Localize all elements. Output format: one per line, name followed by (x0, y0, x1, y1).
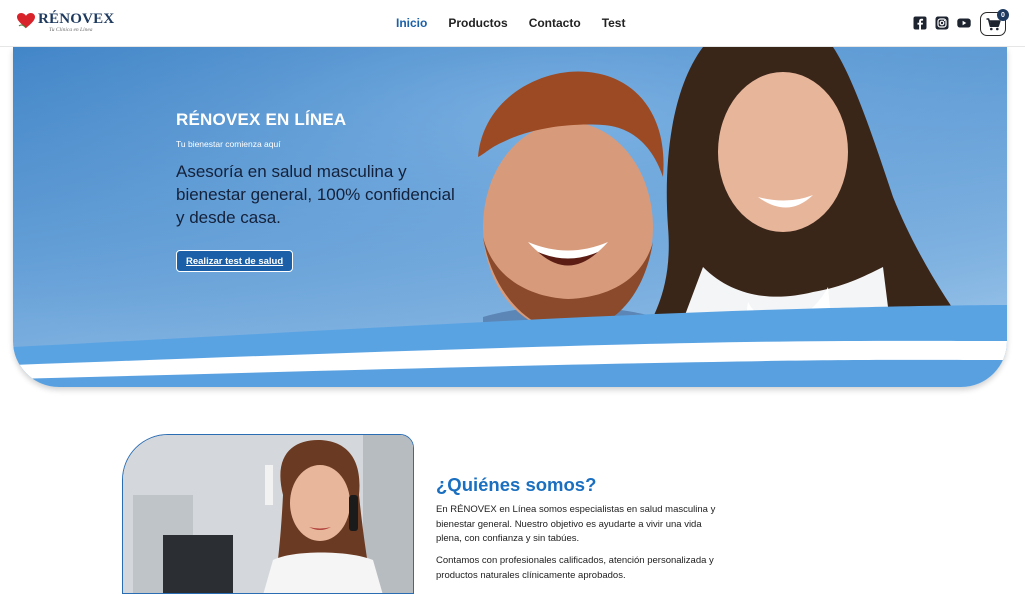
hero-couple-image (13, 47, 1007, 387)
doctor-image (122, 434, 414, 594)
brand-tagline: Tu Clínica en Línea (49, 27, 93, 33)
doctor-photo-illustration (123, 435, 413, 593)
brand-logo[interactable]: RÉNOVEX Tu Clínica en Línea (17, 11, 114, 37)
nav-item-contacto[interactable]: Contacto (529, 16, 581, 30)
hero-banner: RÉNOVEX EN LÍNEA Tu bienestar comienza a… (13, 47, 1007, 387)
youtube-icon[interactable] (957, 16, 971, 30)
brand-name: RÉNOVEX (38, 11, 115, 27)
nav-item-productos[interactable]: Productos (448, 16, 507, 30)
site-header: RÉNOVEX Tu Clínica en Línea Inicio Produ… (0, 0, 1025, 47)
nav-item-test[interactable]: Test (602, 16, 626, 30)
instagram-icon[interactable] (935, 16, 949, 30)
health-test-button[interactable]: Realizar test de salud (176, 250, 294, 272)
about-paragraph-2: Contamos con profesionales calificados, … (436, 555, 714, 581)
hero-lead-text: Asesoría en salud masculina y bienestar … (176, 162, 455, 227)
cart-count-badge: 0 (997, 9, 1009, 21)
facebook-icon[interactable] (913, 16, 927, 30)
about-title: ¿Quiénes somos? (436, 474, 597, 495)
social-links (913, 16, 971, 30)
hero-eyebrow: RÉNOVEX EN LÍNEA (176, 110, 347, 129)
heart-logo-icon (17, 13, 35, 29)
about-paragraph-1: En RÉNOVEX en Línea somos especialistas … (436, 504, 716, 544)
nav-item-inicio[interactable]: Inicio (396, 16, 427, 30)
hero-subtitle: Tu bienestar comienza aquí (176, 139, 281, 149)
main-nav: Inicio Productos Contacto Test (396, 16, 625, 30)
